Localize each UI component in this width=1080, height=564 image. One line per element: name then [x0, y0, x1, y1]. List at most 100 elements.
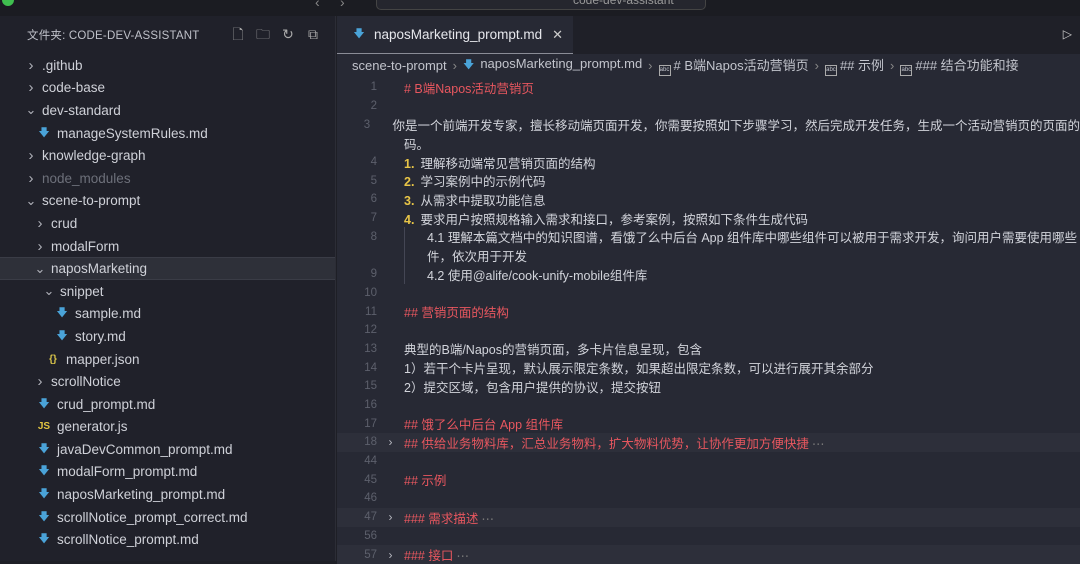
breadcrumb-item[interactable]: scene-to-prompt — [352, 58, 447, 73]
line-content: ## 示例 — [404, 470, 446, 489]
tree-item[interactable]: › crud — [0, 212, 335, 235]
line-content: ## 饿了么中后台 App 组件库 — [404, 414, 563, 433]
editor-area: 🡇 naposMarketing_prompt.md ✕ ▷ scene-to-… — [337, 16, 1080, 564]
tree-item[interactable]: {} mapper.json — [0, 348, 335, 371]
code-line: 8 4.1 理解本篇文档中的知识图谱，看饿了么中后台 App 组件库中哪些组件可以… — [337, 227, 1080, 247]
tree-item[interactable]: 🡇 scrollNotice_prompt.md — [0, 528, 335, 551]
list-marker: 4. — [404, 212, 415, 227]
code-line: 15 2）提交区域，包含用户提供的协议，提交按钮 — [337, 377, 1080, 396]
tree-item[interactable]: JS generator.js — [0, 416, 335, 439]
code-line: 44 — [337, 452, 1080, 471]
line-text: 2）提交区域，包含用户提供的协议，提交按钮 — [404, 380, 661, 395]
back-arrow-icon[interactable]: ‹ — [315, 0, 320, 10]
collapse-all-icon[interactable]: ⧉ — [305, 26, 321, 42]
markdown-file-icon: 🡇 — [38, 510, 50, 523]
chevron-right-icon: › — [28, 169, 34, 187]
line-text: 码。 — [404, 137, 430, 152]
tree-item[interactable]: 🡇 story.md — [0, 325, 335, 348]
tree-item-label: knowledge-graph — [42, 148, 146, 164]
code-line: 11 ## 营销页面的结构 — [337, 302, 1080, 321]
tree-item[interactable]: ⌄ snippet — [0, 280, 335, 303]
tree-item-label: story.md — [75, 328, 126, 344]
line-number: 1 — [370, 81, 377, 94]
command-center-search[interactable]: code-dev-assistant — [376, 0, 706, 10]
line-content: 你是一个前端开发专家，擅长移动端页面开发，你需要按照如下步骤学习，然后完成开发任… — [392, 115, 1080, 134]
code-line: 10 — [337, 284, 1080, 303]
tree-item-label: code-base — [42, 80, 106, 96]
line-number: 57 — [364, 548, 377, 561]
tree-item[interactable]: 🡇 modalForm_prompt.md — [0, 461, 335, 484]
tree-item[interactable]: 🡇 crud_prompt.md — [0, 393, 335, 416]
fold-chevron-icon[interactable]: › — [377, 510, 404, 524]
tree-item-label: scrollNotice_prompt_correct.md — [57, 509, 248, 525]
new-file-icon[interactable]: 🗋 — [230, 26, 246, 42]
markdown-file-icon: 🡇 — [38, 465, 50, 478]
line-content: 4.2 使用@alife/cook-unify-mobile组件库 — [404, 264, 647, 284]
chevron-right-icon: › — [37, 214, 43, 232]
tree-item-label: sample.md — [75, 306, 142, 322]
line-number: 45 — [364, 473, 377, 486]
breadcrumb-item[interactable]: abc # B端Napos活动营销页 — [658, 55, 809, 76]
code-line: 46 — [337, 489, 1080, 508]
tree-item[interactable]: 🡇 sample.md — [0, 303, 335, 326]
line-text: 你是一个前端开发专家，擅长移动端页面开发，你需要按照如下步骤学习，然后完成开发任… — [392, 119, 1080, 134]
tree-item[interactable]: ⌄ dev-standard — [0, 99, 335, 122]
chevron-right-icon: › — [28, 56, 34, 74]
forward-arrow-icon[interactable]: › — [340, 0, 345, 10]
new-folder-icon[interactable]: 🗀 — [255, 26, 271, 42]
fold-chevron-icon[interactable]: › — [377, 548, 404, 562]
line-text: 理解移动端常见营销页面的结构 — [420, 156, 596, 171]
tree-item-label: .github — [42, 57, 83, 73]
line-text: 要求用户按照规格输入需求和接口，参考案例，按照如下条件生成代码 — [420, 212, 808, 227]
list-marker: 1. — [404, 156, 415, 171]
tree-item-label: dev-standard — [42, 102, 121, 118]
list-marker: 2. — [404, 175, 415, 190]
tree-item[interactable]: › node_modules — [0, 167, 335, 190]
tree-item-label: generator.js — [57, 419, 128, 435]
line-content: # B端Napos活动营销页 — [404, 78, 534, 97]
code-line: 12 — [337, 321, 1080, 340]
tab-naposmarketing-prompt[interactable]: 🡇 naposMarketing_prompt.md ✕ — [337, 16, 573, 54]
tree-item[interactable]: › code-base — [0, 77, 335, 100]
tree-item[interactable]: ⌄ naposMarketing — [0, 257, 335, 280]
refresh-icon[interactable]: ↻ — [280, 26, 296, 42]
breadcrumb-item[interactable]: 🡇 naposMarketing_prompt.md — [463, 56, 642, 75]
folded-ellipsis-icon[interactable]: ⋯ — [812, 437, 825, 451]
breadcrumb-item[interactable]: abc ### 结合功能和接 — [900, 55, 1019, 76]
markdown-file-icon: 🡇 — [463, 58, 475, 71]
chevron-down-icon: ⌄ — [43, 283, 55, 299]
breadcrumb-item[interactable]: abc ## 示例 — [824, 55, 884, 76]
line-number: 6 — [370, 193, 377, 206]
line-number: 56 — [364, 529, 377, 542]
breadcrumb: scene-to-prompt › 🡇 naposMarketing_prompt.… — [337, 54, 1080, 76]
close-icon[interactable]: ✕ — [552, 27, 563, 43]
tree-item[interactable]: 🡇 naposMarketing_prompt.md — [0, 483, 335, 506]
line-number: 8 — [370, 230, 377, 243]
line-text: 件，依次用于开发 — [427, 250, 528, 265]
tree-item[interactable]: 🡇 scrollNotice_prompt_correct.md — [0, 506, 335, 529]
tree-item[interactable]: 🡇 javaDevCommon_prompt.md — [0, 438, 335, 461]
symbol-string-icon: abc — [824, 64, 837, 76]
folded-ellipsis-icon[interactable]: ⋯ — [481, 512, 494, 526]
tree-item[interactable]: › knowledge-graph — [0, 144, 335, 167]
code-editor[interactable]: 1 # B端Napos活动营销页 2 3 你是一个前端开发专家，擅长移动端页面开发，你需… — [337, 76, 1080, 564]
line-content: ## 营销页面的结构 — [404, 302, 509, 321]
tree-item[interactable]: 🡇 manageSystemRules.md — [0, 122, 335, 145]
fold-chevron-icon[interactable]: › — [377, 435, 404, 449]
window-maximize-button[interactable] — [2, 0, 14, 6]
tree-item[interactable]: › scrollNotice — [0, 370, 335, 393]
line-text: 从需求中提取功能信息 — [420, 193, 546, 208]
code-line: 1 # B端Napos活动营销页 — [337, 78, 1080, 97]
explorer-sidebar: 文件夹: CODE-DEV-ASSISTANT 🗋 🗀 ↻ ⧉ › .github… — [0, 16, 336, 561]
line-content: ## 供给业务物料库，汇总业务物料，扩大物料优势，让协作更加方便快捷 ⋯ — [404, 433, 824, 452]
run-icon[interactable]: ▷ — [1063, 27, 1072, 41]
chevron-down-icon: ⌄ — [34, 260, 46, 276]
tab-label: naposMarketing_prompt.md — [374, 27, 543, 42]
line-text: ## 供给业务物料库，汇总业务物料，扩大物料优势，让协作更加方便快捷 — [404, 436, 809, 451]
tree-item[interactable]: › modalForm — [0, 235, 335, 258]
tree-item[interactable]: › .github — [0, 54, 335, 77]
tree-item[interactable]: ⌄ scene-to-prompt — [0, 190, 335, 213]
line-content: ### 接口 ⋯ — [404, 545, 469, 564]
code-line: 3 你是一个前端开发专家，擅长移动端页面开发，你需要按照如下步骤学习，然后完成开发… — [337, 115, 1080, 134]
symbol-string-icon: abc — [900, 64, 913, 76]
